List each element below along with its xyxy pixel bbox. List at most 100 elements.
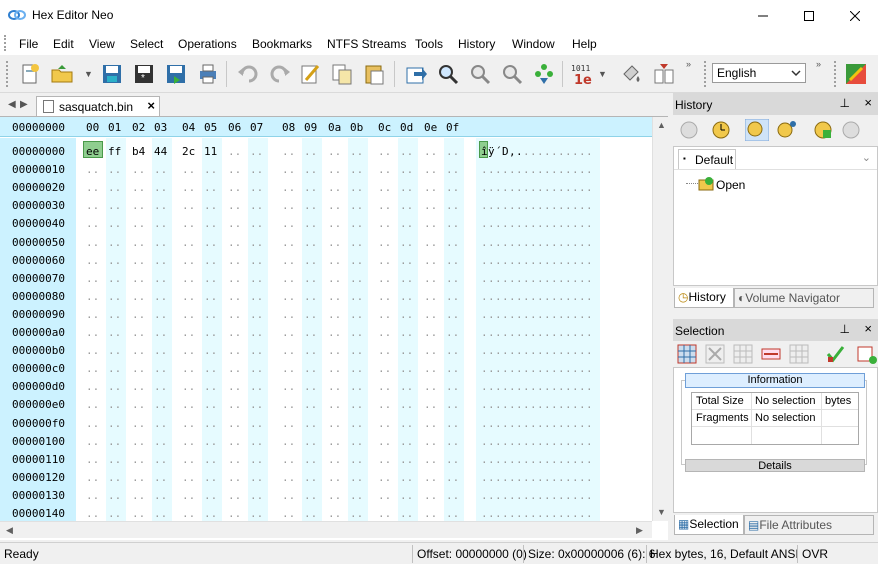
hex-byte-empty[interactable]: .. [204,163,217,176]
history-view-icon[interactable] [745,119,769,141]
hex-byte-empty[interactable]: .. [446,471,459,484]
hex-byte-empty[interactable]: .. [424,344,437,357]
hex-byte-empty[interactable]: .. [350,453,363,466]
hex-byte-empty[interactable]: .. [446,507,459,520]
text-char-empty[interactable]: . [509,217,516,230]
text-char-empty[interactable]: . [586,199,593,212]
text-char-empty[interactable]: . [523,344,530,357]
hex-byte-empty[interactable]: .. [328,453,341,466]
hex-byte-empty[interactable]: .. [108,380,121,393]
hex-byte-empty[interactable]: .. [86,489,99,502]
text-char-empty[interactable]: . [537,290,544,303]
text-char-empty[interactable]: . [551,507,558,520]
scroll-left-icon[interactable]: ◀ [6,525,13,536]
new-file-icon[interactable] [18,62,42,86]
hex-byte-empty[interactable]: .. [400,254,413,267]
text-char-empty[interactable]: . [523,507,530,520]
text-char-empty[interactable]: . [544,326,551,339]
text-char-empty[interactable]: . [558,344,565,357]
text-char-empty[interactable]: . [502,362,509,375]
hex-byte-empty[interactable]: .. [304,362,317,375]
menu-select[interactable]: Select [130,37,163,51]
hex-byte-empty[interactable]: .. [108,199,121,212]
text-char-empty[interactable]: . [481,236,488,249]
hex-byte-empty[interactable]: .. [378,344,391,357]
hex-byte-empty[interactable]: .. [204,453,217,466]
text-char-empty[interactable]: . [530,254,537,267]
text-char-empty[interactable]: . [586,236,593,249]
text-char-empty[interactable]: . [572,272,579,285]
text-char-empty[interactable]: . [537,217,544,230]
text-char-empty[interactable]: . [509,308,516,321]
hex-byte-empty[interactable]: .. [328,380,341,393]
text-char-empty[interactable]: . [565,290,572,303]
hex-byte-empty[interactable]: .. [446,308,459,321]
text-char-empty[interactable]: . [516,236,523,249]
hex-byte-empty[interactable]: .. [328,181,341,194]
text-char-empty[interactable]: . [579,362,586,375]
hex-byte-empty[interactable]: .. [86,217,99,230]
hex-byte-empty[interactable]: .. [328,217,341,230]
text-char-empty[interactable]: . [495,471,502,484]
text-char-empty[interactable]: . [481,362,488,375]
hex-byte-empty[interactable]: .. [86,308,99,321]
tab-history[interactable]: ◷History [674,288,734,308]
text-char-empty[interactable]: . [530,217,537,230]
hex-byte-empty[interactable]: .. [86,362,99,375]
toolbar-overflow-icon[interactable]: » [686,59,691,69]
hex-byte-empty[interactable]: .. [446,290,459,303]
text-char-empty[interactable]: . [537,362,544,375]
text-char-empty[interactable]: . [572,181,579,194]
history-tab-default[interactable]: ▪ Default [678,149,736,169]
text-char-empty[interactable]: . [537,489,544,502]
hex-byte-empty[interactable]: .. [446,181,459,194]
hex-byte-empty[interactable]: .. [154,507,167,520]
text-char-empty[interactable]: . [509,507,516,520]
hex-byte-empty[interactable]: .. [250,453,263,466]
hex-byte[interactable]: 2c [182,145,195,158]
hex-byte-empty[interactable]: .. [446,145,459,158]
text-char-empty[interactable]: . [572,163,579,176]
hex-byte-empty[interactable]: .. [108,254,121,267]
text-char-empty[interactable]: . [586,290,593,303]
text-char-empty[interactable]: . [572,362,579,375]
hex-byte-empty[interactable]: .. [282,380,295,393]
text-char-empty[interactable]: . [481,435,488,448]
hex-byte-empty[interactable]: .. [282,145,295,158]
text-char-empty[interactable]: . [530,290,537,303]
hex-byte-empty[interactable]: .. [400,326,413,339]
text-char-empty[interactable]: . [586,398,593,411]
hex-byte-empty[interactable]: .. [86,435,99,448]
text-char-empty[interactable]: . [586,326,593,339]
text-char-empty[interactable]: . [516,507,523,520]
text-char-empty[interactable]: . [502,272,509,285]
hex-byte-empty[interactable]: .. [86,344,99,357]
hex-byte-empty[interactable]: .. [378,290,391,303]
text-char-empty[interactable]: . [537,181,544,194]
text-char-empty[interactable]: . [586,507,593,520]
text-char-empty[interactable]: . [530,163,537,176]
text-char[interactable]: ´ [495,145,502,158]
hex-byte-empty[interactable]: .. [282,199,295,212]
text-char-empty[interactable]: . [530,471,537,484]
hex-byte-empty[interactable]: .. [328,507,341,520]
text-char-empty[interactable]: . [579,507,586,520]
apply-selection-icon[interactable] [825,344,845,364]
hex-byte-empty[interactable]: .. [328,272,341,285]
text-char-empty[interactable]: . [481,398,488,411]
tab-scroll-left-icon[interactable]: ◀ [8,99,16,110]
hex-byte-empty[interactable]: .. [350,344,363,357]
text-char-empty[interactable]: . [537,507,544,520]
text-char-empty[interactable]: . [537,199,544,212]
hex-byte-empty[interactable]: .. [282,163,295,176]
text-char-empty[interactable]: . [530,181,537,194]
text-char-empty[interactable]: . [509,380,516,393]
text-char-empty[interactable]: . [509,453,516,466]
hex-byte-empty[interactable]: .. [182,471,195,484]
hex-byte-empty[interactable]: .. [182,417,195,430]
hex-byte-empty[interactable]: .. [228,344,241,357]
hex-byte-empty[interactable]: .. [446,217,459,230]
text-char-empty[interactable]: . [586,145,593,158]
hex-byte-empty[interactable]: .. [204,254,217,267]
text-char-empty[interactable]: . [579,326,586,339]
